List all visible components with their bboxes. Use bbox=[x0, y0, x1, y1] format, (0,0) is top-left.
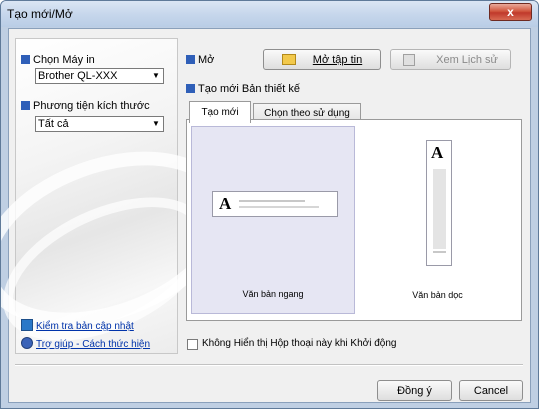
update-link[interactable]: Kiểm tra bản cập nhật bbox=[21, 319, 134, 332]
update-icon bbox=[21, 319, 33, 331]
bullet-square-icon bbox=[21, 55, 30, 64]
chevron-down-icon[interactable]: ▼ bbox=[149, 117, 163, 131]
media-select[interactable]: Tất cả ▼ bbox=[35, 116, 164, 132]
bullet-square-icon bbox=[186, 84, 195, 93]
help-icon bbox=[21, 337, 33, 349]
update-link-text[interactable]: Kiểm tra bản cập nhật bbox=[36, 321, 134, 332]
help-link-text[interactable]: Trợ giúp - Cách thức hiện bbox=[36, 339, 150, 350]
tab-new-label: Tạo mới bbox=[201, 107, 239, 118]
landscape-line bbox=[239, 206, 319, 208]
media-label-text: Phương tiện kích thước bbox=[33, 100, 150, 112]
history-icon bbox=[403, 53, 416, 66]
portrait-option[interactable]: A Văn bản dọc bbox=[358, 126, 517, 314]
create-section-label: Tạo mới Bản thiết kế bbox=[186, 83, 300, 95]
dialog-window: Tạo mới/Mở x Chọn Máy in Brother QL-XXX … bbox=[0, 0, 539, 409]
folder-icon bbox=[281, 54, 296, 65]
startup-checkbox[interactable] bbox=[187, 339, 198, 350]
help-link[interactable]: Trợ giúp - Cách thức hiện bbox=[21, 337, 150, 350]
printer-select-value: Brother QL-XXX bbox=[38, 70, 118, 82]
open-file-button[interactable]: Mở tập tin bbox=[263, 49, 381, 70]
window-title: Tạo mới/Mở bbox=[7, 7, 73, 21]
bullet-square-icon bbox=[186, 55, 195, 64]
title-bar[interactable]: Tạo mới/Mở x bbox=[1, 1, 538, 27]
portrait-label: Văn bản dọc bbox=[412, 290, 463, 300]
ok-button[interactable]: Đồng ý bbox=[377, 380, 452, 401]
landscape-preview: A bbox=[212, 191, 338, 217]
landscape-line bbox=[239, 200, 305, 202]
footer-divider bbox=[15, 364, 523, 366]
media-select-value: Tất cả bbox=[38, 118, 69, 130]
landscape-option[interactable]: A Văn bản ngang bbox=[191, 126, 355, 314]
landscape-sample-glyph: A bbox=[219, 194, 232, 213]
portrait-preview: A bbox=[426, 140, 452, 266]
printer-select[interactable]: Brother QL-XXX ▼ bbox=[35, 68, 164, 84]
open-section-label: Mở bbox=[186, 54, 214, 66]
cancel-button[interactable]: Cancel bbox=[459, 380, 523, 401]
left-panel bbox=[1, 38, 256, 370]
bullet-square-icon bbox=[21, 101, 30, 110]
startup-checkbox-label[interactable]: Không Hiển thị Hộp thoại này khi Khởi độ… bbox=[202, 338, 396, 349]
chevron-down-icon[interactable]: ▼ bbox=[149, 69, 163, 83]
history-button[interactable]: Xem Lịch sử bbox=[390, 49, 511, 70]
tab-by-use-label: Chọn theo sử dụng bbox=[264, 108, 350, 119]
portrait-sample-glyph: A bbox=[431, 143, 444, 162]
portrait-line bbox=[433, 251, 446, 253]
portrait-text-block bbox=[433, 169, 446, 249]
close-button[interactable]: x bbox=[489, 3, 532, 21]
create-label-text: Tạo mới Bản thiết kế bbox=[198, 83, 300, 95]
media-label: Phương tiện kích thước bbox=[21, 100, 150, 112]
close-icon: x bbox=[507, 5, 514, 19]
open-label-text: Mở bbox=[198, 54, 215, 66]
cancel-button-label: Cancel bbox=[473, 384, 509, 397]
printer-label-text: Chọn Máy in bbox=[33, 54, 95, 66]
ok-button-label: Đồng ý bbox=[397, 384, 432, 397]
open-file-button-label: Mở tập tin bbox=[312, 53, 363, 66]
history-button-label: Xem Lịch sử bbox=[436, 53, 498, 66]
template-panel: A Văn bản ngang A Văn bản dọc bbox=[186, 119, 522, 321]
printer-label: Chọn Máy in bbox=[21, 54, 95, 66]
tab-new[interactable]: Tạo mới bbox=[189, 101, 251, 123]
landscape-label: Văn bản ngang bbox=[242, 289, 304, 299]
